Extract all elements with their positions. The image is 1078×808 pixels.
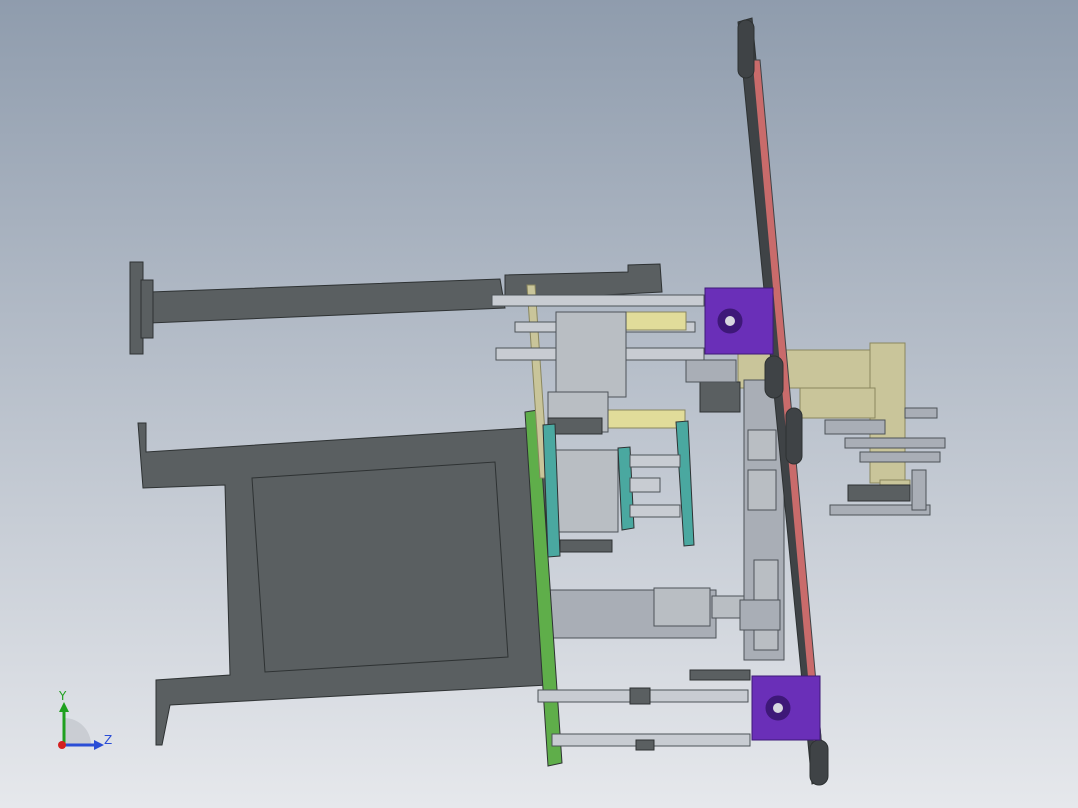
cad-graphics-viewport[interactable]: Y Z (0, 0, 1078, 808)
model-part[interactable] (599, 409, 686, 429)
model-part[interactable] (689, 669, 751, 681)
model-part[interactable] (824, 419, 886, 435)
model-part[interactable] (555, 449, 619, 533)
model-part[interactable] (140, 279, 154, 339)
model-part[interactable] (629, 477, 661, 493)
base-frame-panel[interactable] (251, 461, 509, 673)
model-part[interactable] (547, 417, 603, 435)
model-part[interactable] (699, 381, 741, 413)
model-part[interactable] (844, 437, 946, 449)
model-part[interactable] (904, 407, 938, 419)
model-part[interactable] (491, 294, 705, 307)
model-part[interactable] (859, 451, 941, 463)
triad-y-label: Y (58, 689, 67, 703)
triad-z-label: Z (104, 733, 112, 747)
triad-x-dot (58, 741, 66, 749)
model-part[interactable] (737, 19, 755, 79)
model-part[interactable] (847, 484, 911, 502)
model-part[interactable] (629, 454, 681, 468)
assembly-model-view[interactable]: Y Z (0, 0, 1078, 808)
model-part[interactable] (685, 359, 737, 383)
model-part[interactable] (773, 703, 783, 713)
model-part[interactable] (785, 407, 803, 465)
model-part[interactable] (809, 739, 829, 786)
model-part[interactable] (764, 355, 784, 399)
model-part[interactable] (653, 587, 711, 627)
model-part[interactable] (739, 599, 781, 631)
lower-purple-motor-block[interactable] (751, 675, 821, 741)
model-part[interactable] (555, 311, 627, 398)
model-part[interactable] (635, 739, 655, 751)
upper-purple-motor-block[interactable] (704, 287, 774, 355)
model-part[interactable] (911, 469, 927, 511)
model-part[interactable] (629, 504, 681, 518)
model-part[interactable] (747, 469, 777, 511)
model-part[interactable] (559, 539, 613, 553)
model-part[interactable] (747, 429, 777, 461)
model-part[interactable] (725, 316, 735, 326)
model-part[interactable] (799, 387, 876, 419)
model-part[interactable] (629, 687, 651, 705)
